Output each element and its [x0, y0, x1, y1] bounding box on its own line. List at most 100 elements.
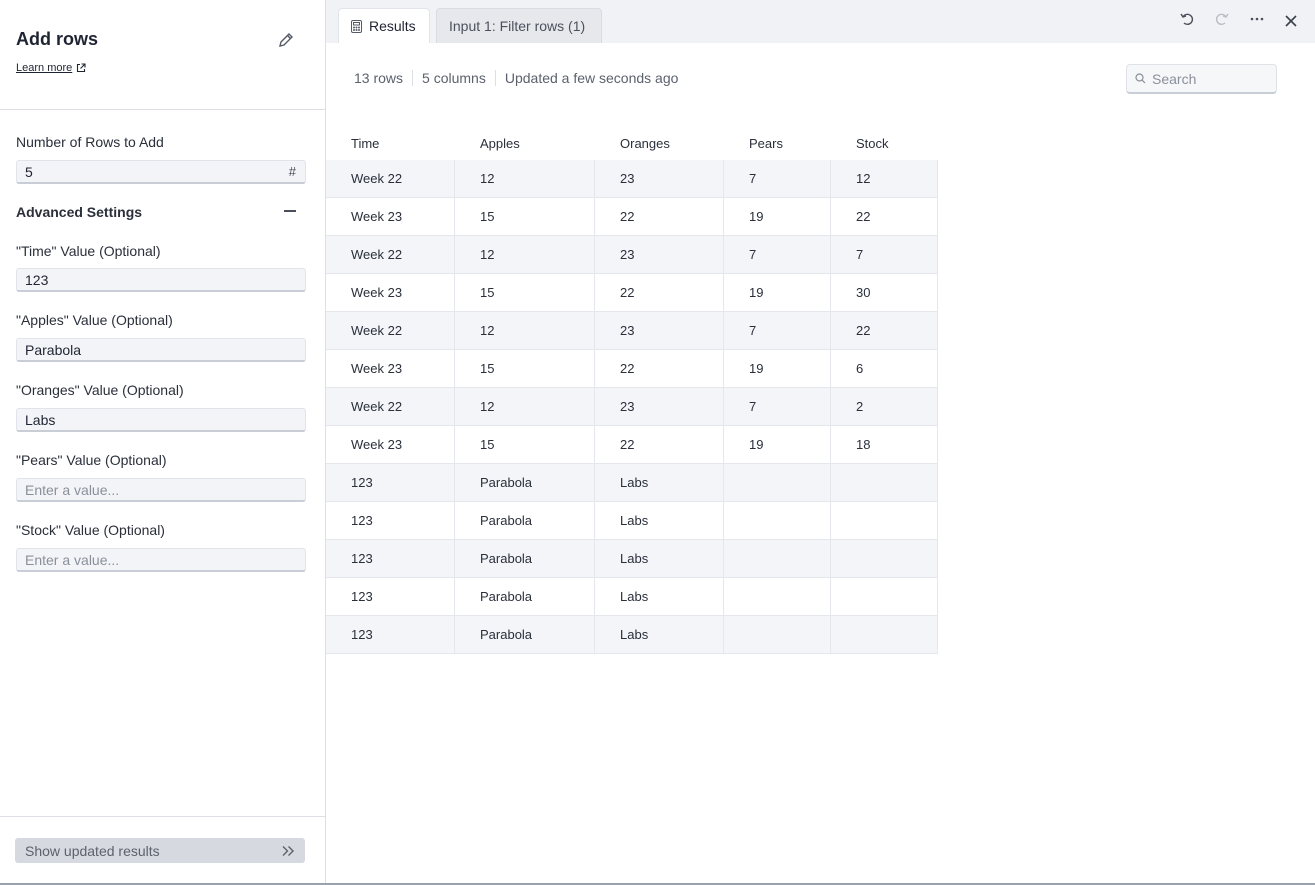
table-cell[interactable]: 15	[455, 426, 595, 463]
table-cell[interactable]: 7	[724, 312, 831, 349]
table-cell[interactable]: 7	[724, 236, 831, 273]
column-header-stock[interactable]: Stock	[831, 126, 938, 160]
time-value-input[interactable]: 123	[16, 268, 306, 292]
table-cell[interactable]: 22	[595, 350, 724, 387]
table-cell[interactable]: Week 23	[326, 426, 455, 463]
table-cell[interactable]: Parabola	[455, 464, 595, 501]
table-cell[interactable]: 15	[455, 350, 595, 387]
table-cell[interactable]: Labs	[595, 616, 724, 653]
table-cell[interactable]: 7	[724, 160, 831, 197]
table-cell[interactable]	[724, 502, 831, 539]
oranges-value-label: "Oranges" Value (Optional)	[16, 382, 184, 398]
table-cell[interactable]: 7	[724, 388, 831, 425]
results-meta: 13 rows 5 columns Updated a few seconds …	[354, 70, 687, 86]
table-cell[interactable]: Week 23	[326, 198, 455, 235]
table-cell[interactable]: 19	[724, 426, 831, 463]
table-cell[interactable]	[724, 616, 831, 653]
table-cell[interactable]: 12	[455, 388, 595, 425]
table-cell[interactable]: 18	[831, 426, 938, 463]
table-cell[interactable]: 12	[831, 160, 938, 197]
table-cell[interactable]: 23	[595, 236, 724, 273]
table-cell[interactable]: 22	[831, 312, 938, 349]
table-row: Week 23 15 22 19 22	[326, 198, 938, 236]
learn-more-link[interactable]: Learn more	[16, 62, 86, 74]
search-input[interactable]: Search	[1126, 64, 1277, 94]
table-cell[interactable]: Labs	[595, 502, 724, 539]
column-header-pears[interactable]: Pears	[724, 126, 831, 160]
table-cell[interactable]: Parabola	[455, 540, 595, 577]
table-cell[interactable]: 19	[724, 350, 831, 387]
table-cell[interactable]: Week 23	[326, 350, 455, 387]
table-cell[interactable]: 22	[831, 198, 938, 235]
more-icon[interactable]	[1248, 10, 1266, 28]
table-cell[interactable]: Parabola	[455, 578, 595, 615]
table-cell[interactable]: Parabola	[455, 502, 595, 539]
rows-to-add-input[interactable]: 5 #	[16, 160, 306, 184]
undo-icon[interactable]	[1178, 10, 1196, 28]
tab-bar: Results Input 1: Filter rows (1)	[326, 0, 1315, 43]
table-cell[interactable]	[831, 464, 938, 501]
pencil-icon[interactable]	[276, 30, 296, 50]
table-row: Week 22 12 23 7 22	[326, 312, 938, 350]
table-cell[interactable]: Week 23	[326, 274, 455, 311]
table-cell[interactable]: 15	[455, 274, 595, 311]
table-cell[interactable]: Labs	[595, 540, 724, 577]
table-cell[interactable]: 22	[595, 274, 724, 311]
table-cell[interactable]	[724, 578, 831, 615]
table-cell[interactable]: 123	[326, 578, 455, 615]
column-header-time[interactable]: Time	[326, 126, 455, 160]
table-cell[interactable]: 6	[831, 350, 938, 387]
table-cell[interactable]: Week 22	[326, 236, 455, 273]
table-cell[interactable]	[831, 502, 938, 539]
pears-value-input[interactable]: Enter a value...	[16, 478, 306, 502]
advanced-settings-title[interactable]: Advanced Settings	[16, 204, 142, 220]
table-cell[interactable]	[831, 616, 938, 653]
table-row: Week 23 15 22 19 18	[326, 426, 938, 464]
table-cell[interactable]: 23	[595, 388, 724, 425]
table-cell[interactable]: 12	[455, 160, 595, 197]
table-cell[interactable]: Week 22	[326, 312, 455, 349]
row-count: 13 rows	[354, 70, 404, 86]
minus-icon[interactable]	[284, 210, 296, 212]
tab-results[interactable]: Results	[338, 8, 430, 43]
time-value-label: "Time" Value (Optional)	[16, 243, 161, 259]
table-cell[interactable]: Week 22	[326, 388, 455, 425]
panel-title: Add rows	[16, 29, 99, 49]
table-cell[interactable]: 30	[831, 274, 938, 311]
table-cell[interactable]: 22	[595, 198, 724, 235]
show-updated-results-button[interactable]: Show updated results	[15, 838, 305, 863]
table-cell[interactable]: 123	[326, 464, 455, 501]
table-cell[interactable]: Week 22	[326, 160, 455, 197]
stock-value-input[interactable]: Enter a value...	[16, 548, 306, 572]
apples-value-input[interactable]: Parabola	[16, 338, 306, 362]
column-header-apples[interactable]: Apples	[455, 126, 595, 160]
table-cell[interactable]	[724, 464, 831, 501]
table-cell[interactable]: 19	[724, 274, 831, 311]
table-cell[interactable]: Labs	[595, 464, 724, 501]
table-cell[interactable]: 12	[455, 236, 595, 273]
table-cell[interactable]: 123	[326, 540, 455, 577]
tab-input-filter-rows[interactable]: Input 1: Filter rows (1)	[436, 8, 602, 43]
close-icon[interactable]	[1282, 12, 1300, 30]
table-cell[interactable]: 123	[326, 502, 455, 539]
table-cell[interactable]	[831, 540, 938, 577]
table-cell[interactable]: 23	[595, 312, 724, 349]
table-cell[interactable]: 12	[455, 312, 595, 349]
table-cell[interactable]: 22	[595, 426, 724, 463]
table-row: Week 23 15 22 19 30	[326, 274, 938, 312]
table-cell[interactable]: 23	[595, 160, 724, 197]
table-cell[interactable]	[724, 540, 831, 577]
table-cell[interactable]: 15	[455, 198, 595, 235]
table-cell[interactable]: 19	[724, 198, 831, 235]
table-cell[interactable]	[831, 578, 938, 615]
table-cell[interactable]: 7	[831, 236, 938, 273]
table-cell[interactable]: 123	[326, 616, 455, 653]
table-cell[interactable]: Parabola	[455, 616, 595, 653]
tab-results-label: Results	[369, 18, 416, 34]
table-cell[interactable]: 2	[831, 388, 938, 425]
oranges-value-input[interactable]: Labs	[16, 408, 306, 432]
stock-value-label: "Stock" Value (Optional)	[16, 522, 165, 538]
column-header-oranges[interactable]: Oranges	[595, 126, 724, 160]
table-cell[interactable]: Labs	[595, 578, 724, 615]
redo-icon[interactable]	[1213, 10, 1231, 28]
